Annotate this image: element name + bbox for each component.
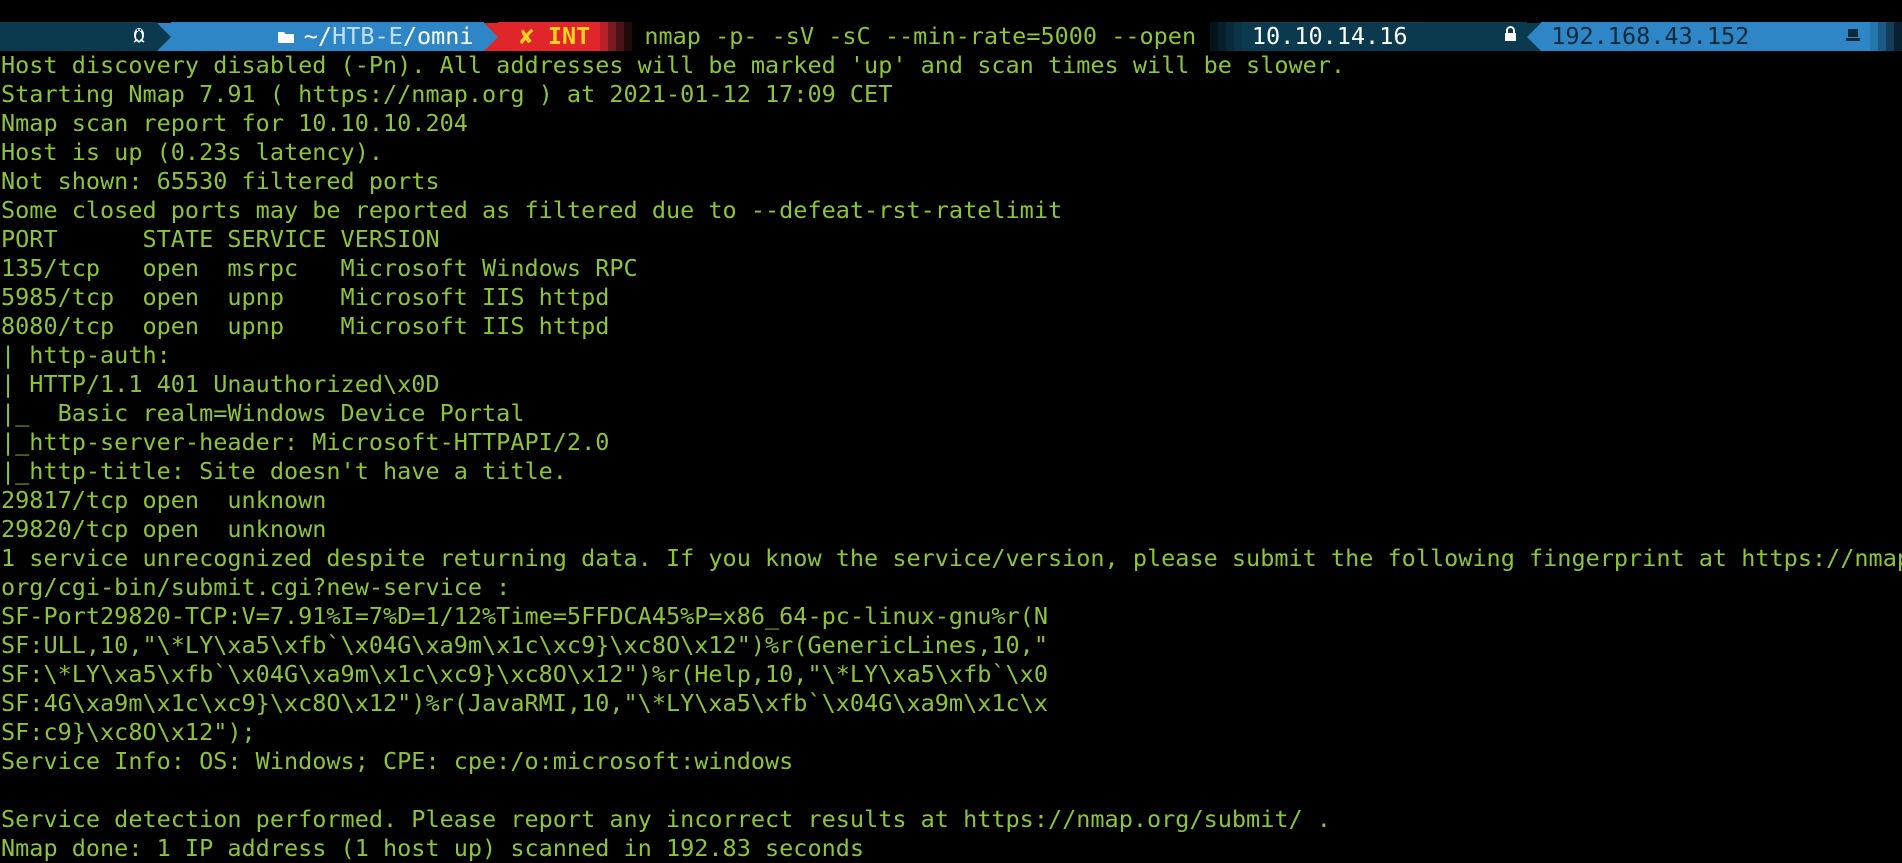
lan-ip-segment: 192.168.43.152 — [1541, 22, 1870, 51]
output-line: |_http-title: Site doesn't have a title. — [1, 457, 567, 485]
output-line: | HTTP/1.1 401 Unauthorized\x0D — [1, 370, 440, 398]
output-line: 29817/tcp open unknown — [1, 486, 327, 514]
segment-separator — [156, 22, 171, 51]
output-line: SF-Port29820-TCP:V=7.91%I=7%D=1/12%Time=… — [1, 602, 1048, 630]
status-text: ✘ INT — [519, 22, 591, 50]
lan-ip: 192.168.43.152 — [1551, 22, 1750, 50]
prompt-right: 10.10.14.16 192.168.43.152 — [1209, 22, 1902, 51]
output-line: SF:\*LY\xa5\xfb`\x04G\xa9m\x1c\xc9}\xc8O… — [1, 660, 1048, 688]
output-line: Host discovery disabled (-Pn). All addre… — [1, 51, 1346, 79]
vpn-ip: 10.10.14.16 — [1251, 22, 1408, 50]
output-line: Service Info: OS: Windows; CPE: cpe:/o:m… — [1, 747, 794, 775]
dir-prefix: ~/ — [303, 22, 333, 50]
status-fade — [600, 22, 633, 51]
lan-fade — [1870, 22, 1902, 51]
output-line: | http-auth: — [1, 341, 185, 369]
vpn-ip-segment: 10.10.14.16 — [1241, 22, 1528, 51]
output-line: org/cgi-bin/submit.cgi?new-service : — [1, 573, 511, 601]
output-line: 135/tcp open msrpc Microsoft Windows RPC — [1, 254, 638, 282]
os-segment — [0, 22, 157, 51]
output-line: |_http-server-header: Microsoft-HTTPAPI/… — [1, 428, 610, 456]
output-line: 29820/tcp open unknown — [1, 515, 327, 543]
output-line: 1 service unrecognized despite returning… — [1, 544, 1902, 572]
output-line: 5985/tcp open upnp Microsoft IIS httpd — [1, 283, 610, 311]
output-line: Some closed ports may be reported as fil… — [1, 196, 1063, 224]
terminal-output: Host discovery disabled (-Pn). All addre… — [1, 51, 1902, 863]
directory-segment: ~/HTB-E/omni — [170, 22, 484, 51]
segment-separator — [483, 22, 498, 51]
tun-fade — [1209, 22, 1242, 51]
output-line: SF:4G\xa9m\x1c\xc9}\xc8O\x12")%r(JavaRMI… — [1, 689, 1048, 717]
output-line: Host is up (0.23s latency). — [1, 138, 384, 166]
output-line: Not shown: 65530 filtered ports — [1, 167, 440, 195]
exit-status-segment: ✘ INT — [497, 22, 601, 51]
output-line: |_ Basic realm=Windows Device Portal — [1, 399, 525, 427]
output-line: SF:c9}\xc8O\x12"); — [1, 718, 256, 746]
output-line: Nmap done: 1 IP address (1 host up) scan… — [1, 834, 865, 862]
output-line: Starting Nmap 7.91 ( https://nmap.org ) … — [1, 80, 893, 108]
output-line: Nmap scan report for 10.10.10.204 — [1, 109, 468, 137]
segment-separator — [1527, 22, 1542, 51]
output-line: PORT STATE SERVICE VERSION — [1, 225, 440, 253]
dir-parent: HTB-E — [332, 22, 403, 50]
dir-current: /omni — [402, 22, 474, 50]
shell-prompt: ~/HTB-E/omni ✘ INT nmap -p- -sV -sC --mi… — [0, 22, 1902, 51]
output-line: 8080/tcp open upnp Microsoft IIS httpd — [1, 312, 610, 340]
output-line: SF:ULL,10,"\*LY\xa5\xfb`\x04G\xa9m\x1c\x… — [1, 631, 1048, 659]
output-line: Service detection performed. Please repo… — [1, 805, 1331, 833]
